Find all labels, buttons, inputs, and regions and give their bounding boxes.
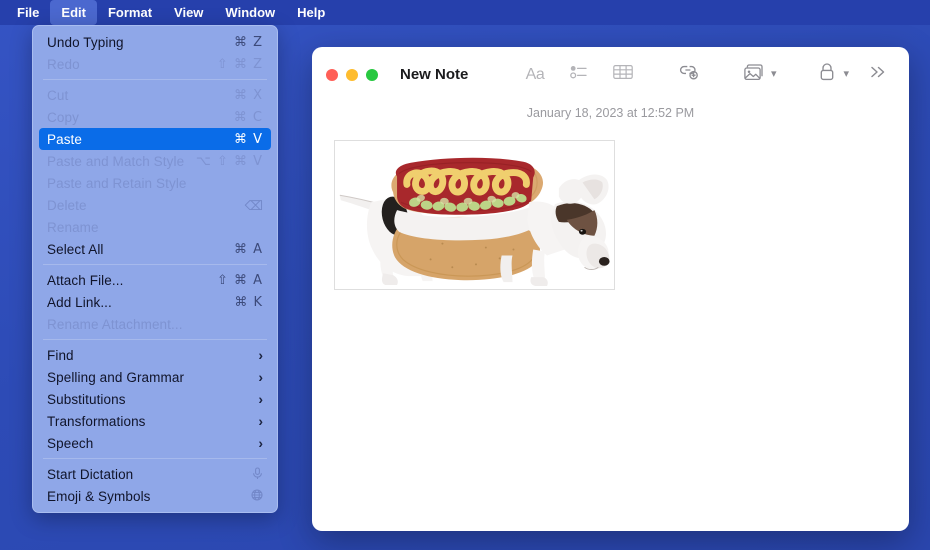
notes-toolbar: Aa ▾ ▾ — [520, 62, 893, 88]
lock-button[interactable]: ▾ — [812, 62, 849, 88]
chevron-down-icon: ▾ — [843, 68, 849, 80]
media-icon — [744, 63, 765, 86]
checklist-icon — [570, 64, 588, 85]
menu-item-label: Substitutions — [47, 391, 126, 407]
format-aa-button[interactable]: Aa — [520, 62, 550, 88]
menu-item-paste[interactable]: Paste ⌘ V — [39, 128, 271, 150]
menu-item-label: Redo — [47, 56, 80, 72]
more-chevrons-icon — [869, 64, 887, 85]
chevron-right-icon: › — [258, 347, 263, 363]
menu-item-label: Rename — [47, 219, 99, 235]
add-link-icon — [678, 63, 700, 86]
table-button[interactable] — [608, 62, 638, 88]
menu-item-shortcut: ⇧ ⌘ A — [216, 272, 263, 288]
format-aa-icon: Aa — [525, 65, 545, 83]
menu-item-shortcut: ⌘ C — [233, 109, 263, 125]
note-body[interactable] — [312, 120, 909, 290]
maximize-window-button[interactable] — [366, 68, 378, 81]
menu-item-delete: Delete ⌫ — [39, 194, 271, 216]
dog-in-hotdog-costume-icon — [335, 141, 614, 289]
menu-item-emoji-and-symbols[interactable]: Emoji & Symbols — [39, 485, 271, 507]
lock-icon-wrap — [812, 62, 842, 88]
menu-item-paste-and-match-style: Paste and Match Style ⌥ ⇧ ⌘ V — [39, 150, 271, 172]
menu-item-label: Copy — [47, 109, 79, 125]
menu-item-find[interactable]: Find › — [39, 344, 271, 366]
window-title: New Note — [400, 66, 469, 83]
checklist-button[interactable] — [564, 62, 594, 88]
menu-item-shortcut: ⌘ X — [233, 87, 263, 103]
menu-item-label: Delete — [47, 197, 87, 213]
menu-item-shortcut: ⌘ V — [233, 131, 263, 147]
menubar-item-view[interactable]: View — [163, 0, 214, 25]
menu-item-shortcut: ⌘ Z — [233, 34, 263, 50]
menu-item-redo: Redo ⇧ ⌘ Z — [39, 53, 271, 75]
menu-item-speech[interactable]: Speech › — [39, 432, 271, 454]
menu-item-label: Paste and Retain Style — [47, 175, 187, 191]
menu-item-copy: Copy ⌘ C — [39, 106, 271, 128]
menu-item-rename: Rename — [39, 216, 271, 238]
menu-item-undo-typing[interactable]: Undo Typing ⌘ Z — [39, 31, 271, 53]
menu-item-label: Find — [47, 347, 74, 363]
chevron-right-icon: › — [258, 391, 263, 407]
menu-item-label: Paste — [47, 131, 83, 147]
traffic-lights — [326, 68, 378, 81]
menu-item-label: Emoji & Symbols — [47, 488, 151, 504]
microphone-icon — [252, 466, 263, 482]
menu-item-shortcut: ⌥ ⇧ ⌘ V — [195, 153, 263, 169]
menu-item-label: Attach File... — [47, 272, 124, 288]
menu-separator — [43, 339, 267, 340]
note-timestamp: January 18, 2023 at 12:52 PM — [526, 106, 695, 120]
menu-item-label: Add Link... — [47, 294, 112, 310]
menu-separator — [43, 264, 267, 265]
minimize-window-button[interactable] — [346, 68, 358, 81]
menu-item-start-dictation[interactable]: Start Dictation — [39, 463, 271, 485]
menu-item-label: Paste and Match Style — [47, 153, 185, 169]
chevron-right-icon: › — [258, 435, 263, 451]
menu-item-label: Rename Attachment... — [47, 316, 183, 332]
close-window-button[interactable] — [326, 68, 338, 81]
lock-icon — [819, 63, 835, 86]
edit-dropdown-menu: Undo Typing ⌘ Z Redo ⇧ ⌘ Z Cut ⌘ X Copy … — [32, 25, 278, 513]
menu-item-label: Spelling and Grammar — [47, 369, 185, 385]
menu-item-label: Undo Typing — [47, 34, 124, 50]
chevron-right-icon: › — [258, 369, 263, 385]
menu-item-attach-file[interactable]: Attach File... ⇧ ⌘ A — [39, 269, 271, 291]
menubar-item-file[interactable]: File — [6, 0, 50, 25]
menu-item-add-link[interactable]: Add Link... ⌘ K — [39, 291, 271, 313]
menu-item-select-all[interactable]: Select All ⌘ A — [39, 238, 271, 260]
menu-item-shortcut: ⌘ A — [233, 241, 263, 257]
chevron-right-icon: › — [258, 413, 263, 429]
menubar-item-edit[interactable]: Edit — [50, 0, 97, 25]
add-link-button[interactable] — [674, 62, 704, 88]
backspace-icon: ⌫ — [244, 197, 263, 213]
chevron-down-icon: ▾ — [770, 68, 777, 80]
menu-item-shortcut: ⇧ ⌘ Z — [216, 56, 263, 72]
media-icon-wrap — [740, 62, 770, 88]
more-options-button[interactable] — [863, 62, 893, 88]
menu-item-cut: Cut ⌘ X — [39, 84, 271, 106]
menubar-item-format[interactable]: Format — [97, 0, 163, 25]
notes-titlebar[interactable]: New Note Aa ▾ ▾ — [312, 47, 909, 102]
menu-item-spelling-and-grammar[interactable]: Spelling and Grammar › — [39, 366, 271, 388]
menu-item-label: Transformations — [47, 413, 146, 429]
menu-item-label: Start Dictation — [47, 466, 134, 482]
menu-item-paste-and-retain-style: Paste and Retain Style — [39, 172, 271, 194]
menu-item-label: Speech — [47, 435, 94, 451]
menu-item-label: Select All — [47, 241, 104, 257]
menu-item-rename-attachment: Rename Attachment... — [39, 313, 271, 335]
notes-window: New Note Aa ▾ ▾ January 18, 2023 at 12:5… — [312, 47, 909, 531]
menu-bar: File Edit Format View Window Help — [0, 0, 930, 25]
note-attachment-image[interactable] — [334, 140, 615, 290]
globe-emoji-icon — [251, 489, 263, 503]
table-icon — [613, 64, 633, 85]
menubar-item-help[interactable]: Help — [286, 0, 336, 25]
menu-item-label: Cut — [47, 87, 69, 103]
menu-item-transformations[interactable]: Transformations › — [39, 410, 271, 432]
menubar-item-window[interactable]: Window — [214, 0, 286, 25]
menu-separator — [43, 458, 267, 459]
menu-separator — [43, 79, 267, 80]
menu-item-substitutions[interactable]: Substitutions › — [39, 388, 271, 410]
menu-item-shortcut: ⌘ K — [234, 294, 263, 310]
media-button[interactable]: ▾ — [740, 62, 777, 88]
